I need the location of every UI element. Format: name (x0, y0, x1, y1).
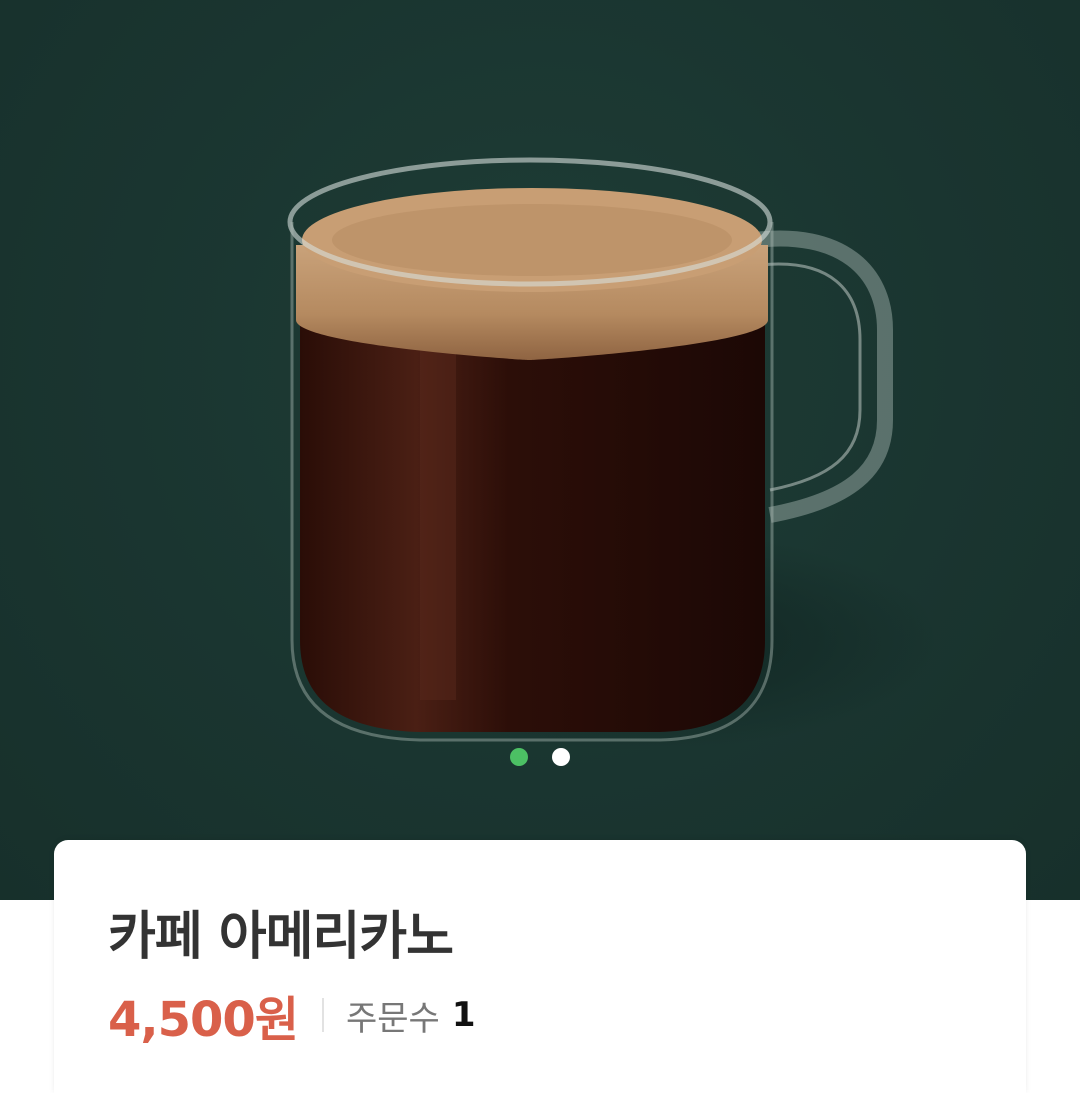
carousel-dot-2[interactable] (552, 748, 570, 766)
carousel-dot-1[interactable] (510, 748, 528, 766)
product-name: 카페 아메리카노 (108, 907, 454, 967)
order-count-value: 1 (451, 995, 476, 1035)
product-info-card: 카페 아메리카노 4,500원 주문수 1 (54, 840, 1026, 1093)
order-count-label: 주문수 (346, 998, 440, 1039)
product-price: 4,500원 (108, 992, 299, 1048)
product-meta: 4,500원 주문수 1 (108, 980, 476, 1050)
carousel-indicators[interactable] (0, 748, 1080, 766)
product-image-carousel[interactable] (0, 0, 1080, 900)
divider (322, 998, 324, 1032)
